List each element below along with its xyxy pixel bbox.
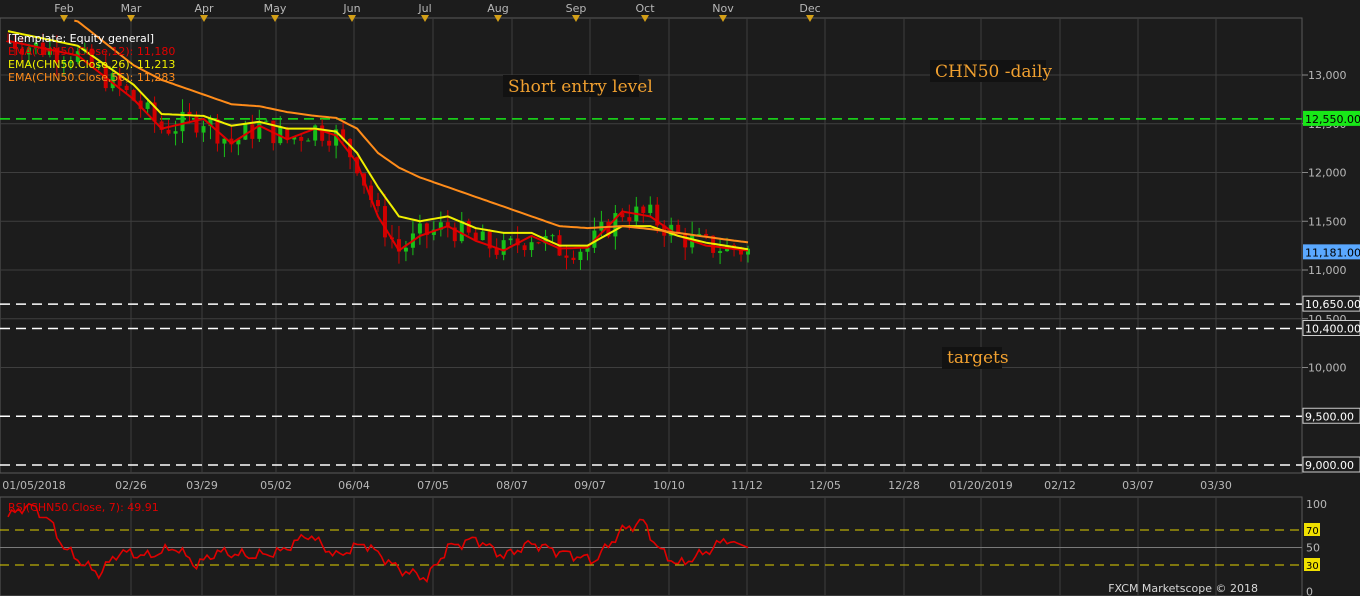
- candle-body: [501, 240, 506, 255]
- candle-body: [480, 231, 485, 241]
- candle-body: [173, 131, 178, 134]
- candle-body: [536, 242, 541, 244]
- month-label: Feb: [54, 2, 73, 15]
- candle-body: [529, 242, 534, 251]
- month-label: May: [264, 2, 287, 15]
- y-tick-label: 13,000: [1308, 69, 1347, 82]
- level-label: 12,550.00: [1305, 113, 1360, 126]
- x-tick-label: 01/05/2018: [2, 479, 65, 492]
- y-tick-label: 11,500: [1308, 215, 1347, 228]
- candle-body: [257, 121, 262, 139]
- month-label: Dec: [799, 2, 820, 15]
- candle-body: [376, 200, 380, 207]
- x-tick-label: 10/10: [653, 479, 685, 492]
- month-label: Apr: [194, 2, 214, 15]
- month-label: Nov: [712, 2, 734, 15]
- chart-canvas: Feb Mar Apr May Jun Jul Aug Sep Oct Nov Dec 01/05/…: [0, 0, 1360, 596]
- candle-body: [124, 85, 129, 91]
- candle-body: [264, 120, 269, 122]
- candle-body: [718, 251, 723, 253]
- candle-body: [403, 247, 408, 252]
- rsi-tick-label: 30: [1306, 561, 1319, 572]
- candle-body: [627, 217, 632, 222]
- entry-annotation: Short entry level: [508, 77, 653, 97]
- month-label: Jun: [342, 2, 360, 15]
- candle-body: [320, 125, 325, 141]
- x-tick-label: 06/04: [338, 479, 370, 492]
- month-label: Jul: [417, 2, 431, 15]
- rsi-tick-label: 50: [1306, 542, 1320, 555]
- x-tick-label: 08/07: [496, 479, 528, 492]
- y-tick-label: 10,000: [1308, 362, 1347, 375]
- candle-body: [194, 115, 199, 133]
- last-price-label: 11,181.00: [1305, 246, 1360, 259]
- y-tick-label: 12,000: [1308, 167, 1347, 180]
- rsi-tick-label: 100: [1306, 498, 1327, 511]
- candle-body: [578, 251, 583, 261]
- level-label: 9,500.00: [1305, 410, 1354, 423]
- month-label: Mar: [121, 2, 142, 15]
- x-tick-label: 05/02: [260, 479, 292, 492]
- x-tick-label: 01/20/2019: [949, 479, 1012, 492]
- x-tick-label: 12/28: [888, 479, 920, 492]
- footer-credit: FXCM Marketscope © 2018: [1108, 582, 1258, 595]
- x-tick-label: 11/12: [731, 479, 763, 492]
- candle-body: [564, 255, 569, 258]
- candle-body: [641, 206, 646, 213]
- candle-body: [508, 238, 513, 241]
- x-tick-label: 07/05: [417, 479, 449, 492]
- month-label: Oct: [635, 2, 655, 15]
- template-label: [Template: Equity general]: [8, 32, 154, 45]
- month-label: Sep: [566, 2, 587, 15]
- rsi-tick-label: 0: [1306, 585, 1313, 596]
- candle-body: [201, 126, 206, 133]
- candle-body: [306, 140, 311, 142]
- x-tick-label: 09/07: [574, 479, 606, 492]
- x-tick-label: 03/30: [1200, 479, 1232, 492]
- level-label: 9,000.00: [1305, 459, 1354, 472]
- candle-body: [550, 235, 555, 237]
- symbol-annotation: CHN50 -daily: [935, 62, 1052, 82]
- x-tick-label: 02/26: [115, 479, 147, 492]
- candle-body: [166, 129, 171, 134]
- legend-ema26: EMA(CHN50.Close,26): 11,213: [8, 58, 175, 71]
- candle-body: [648, 204, 653, 213]
- candle-body: [704, 233, 709, 236]
- candle-body: [145, 102, 150, 109]
- candle-body: [382, 206, 387, 238]
- x-tick-label: 03/29: [186, 479, 218, 492]
- candle-body: [459, 221, 464, 242]
- legend-ema12: EMA(CHN50.Close,12): 11,180: [8, 45, 175, 58]
- rsi-tick-label: 70: [1306, 526, 1319, 537]
- candle-body: [522, 245, 527, 251]
- legend-ema56: EMA(CHN50.Close,56): 11,283: [8, 71, 175, 84]
- targets-annotation: targets: [947, 348, 1009, 368]
- x-tick-label: 12/05: [809, 479, 841, 492]
- rsi-legend: RSI(CHN50.Close, 7): 49.91: [8, 501, 159, 514]
- level-label: 10,400.00: [1305, 323, 1360, 336]
- candle-body: [299, 136, 304, 141]
- rsi-panel: [0, 496, 1303, 596]
- candle-body: [243, 124, 248, 140]
- candle-body: [417, 223, 422, 234]
- candle-body: [571, 257, 576, 261]
- x-tick-label: 02/12: [1044, 479, 1076, 492]
- candle-body: [327, 140, 332, 146]
- candle-body: [683, 233, 688, 248]
- y-tick-label: 11,000: [1308, 264, 1347, 277]
- level-label: 10,650.00: [1305, 298, 1360, 311]
- month-label: Aug: [487, 2, 508, 15]
- x-tick-label: 03/07: [1122, 479, 1154, 492]
- candle-body: [599, 221, 604, 231]
